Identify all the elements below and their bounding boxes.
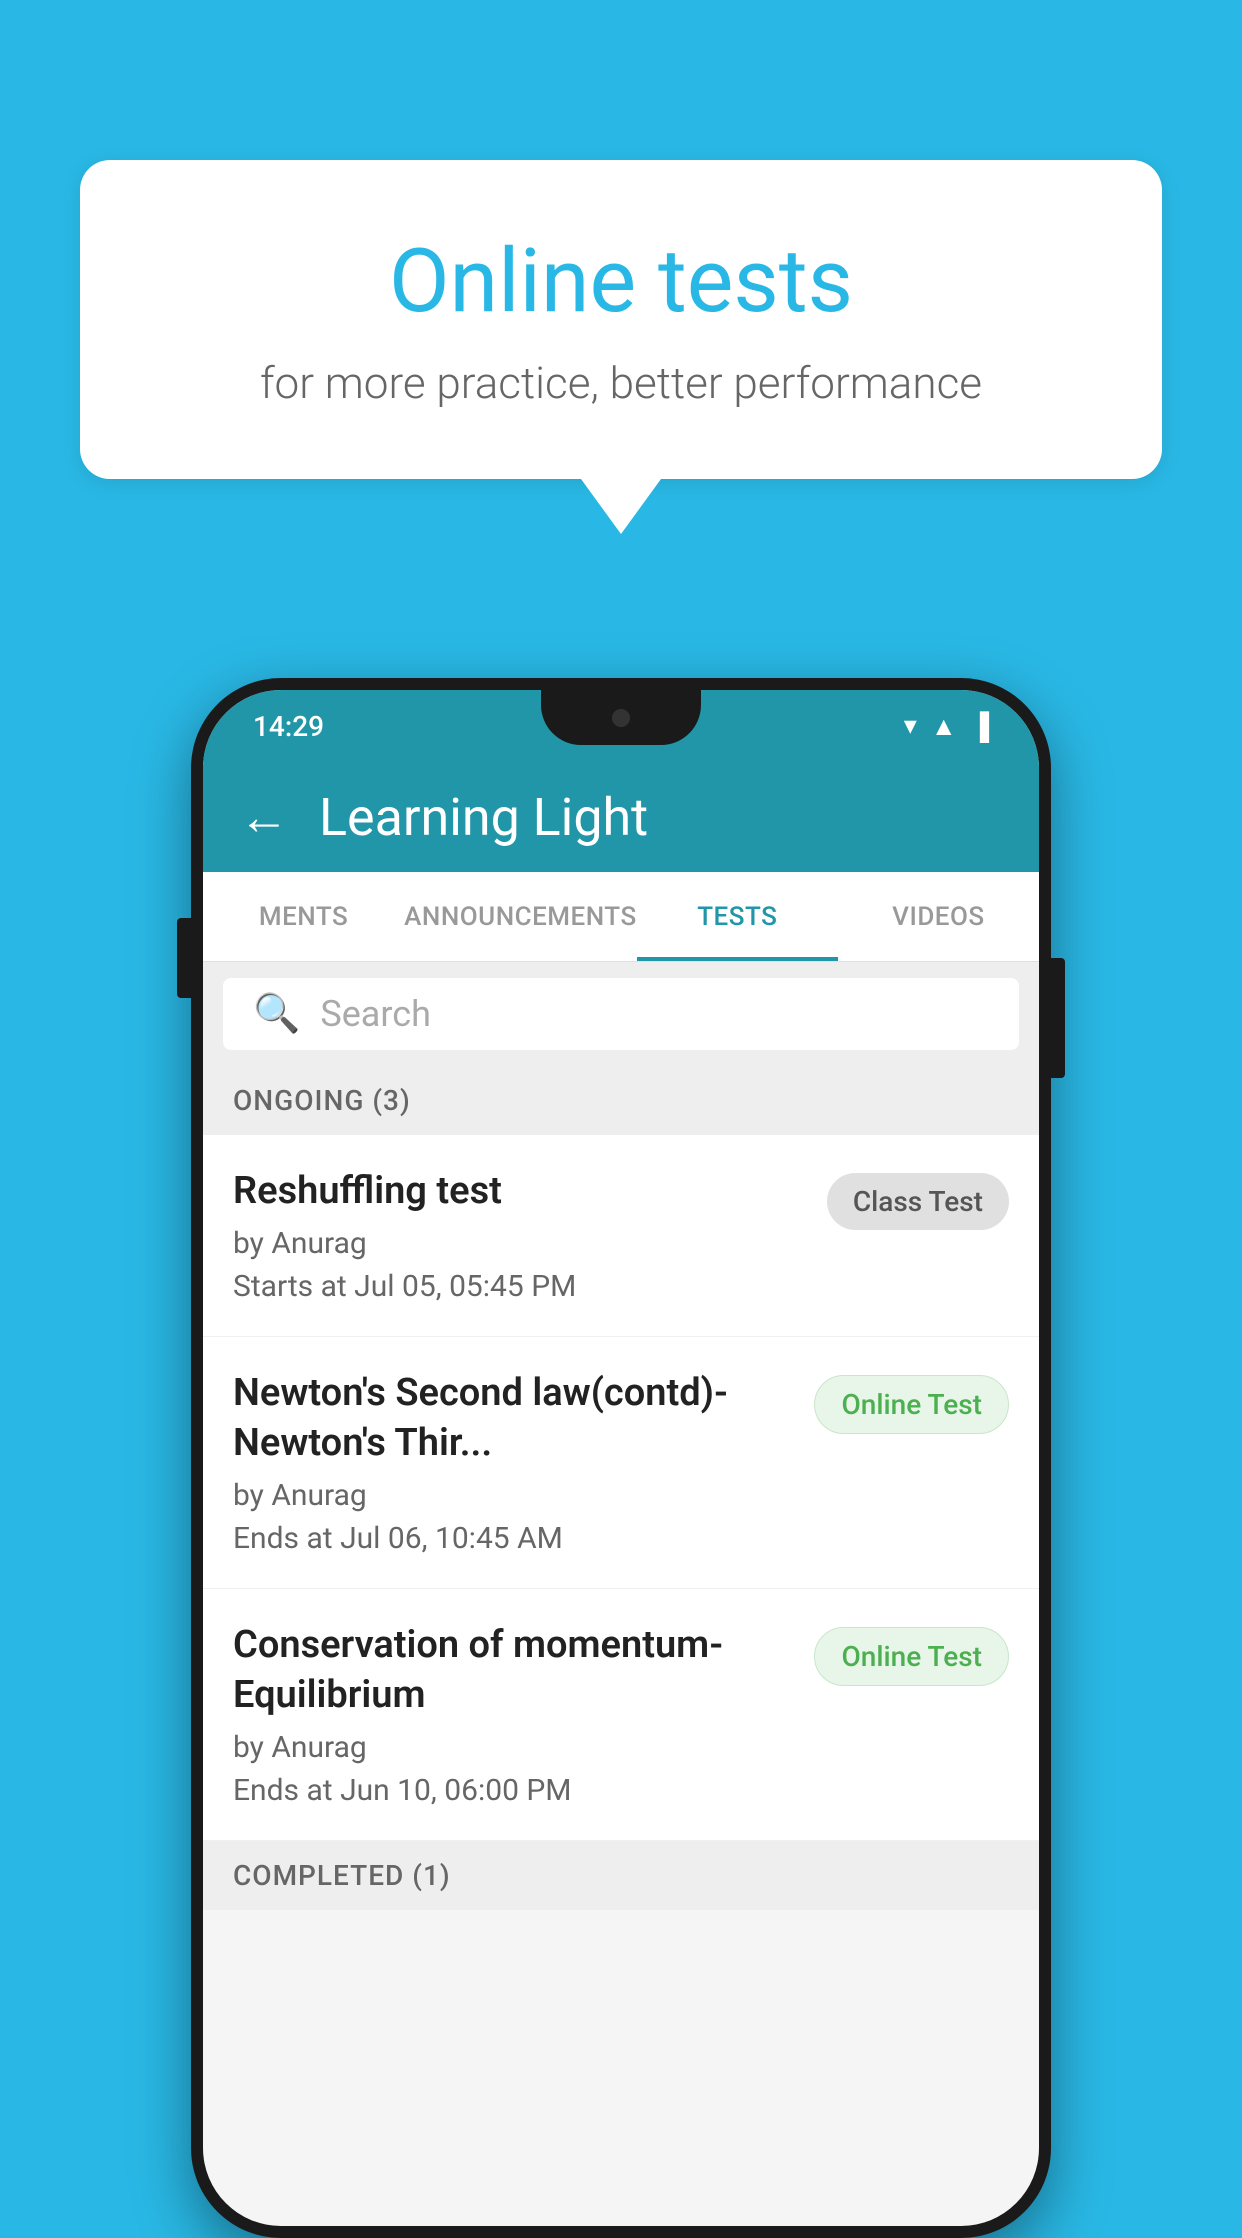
speech-bubble-subtitle: for more practice, better performance [160,357,1082,409]
app-bar-title: Learning Light [319,787,648,848]
test-info-1: Reshuffling test by Anurag Starts at Jul… [233,1167,807,1304]
ongoing-section-header: ONGOING (3) [203,1066,1039,1135]
test-item-2[interactable]: Newton's Second law(contd)-Newton's Thir… [203,1337,1039,1589]
test-list: Reshuffling test by Anurag Starts at Jul… [203,1135,1039,1841]
speech-bubble: Online tests for more practice, better p… [80,160,1162,479]
tab-bar: MENTS ANNOUNCEMENTS TESTS VIDEOS [203,872,1039,962]
test-time-2: Ends at Jul 06, 10:45 AM [233,1521,794,1556]
test-author-2: by Anurag [233,1478,794,1513]
test-badge-1: Class Test [827,1173,1009,1230]
speech-bubble-title: Online tests [160,230,1082,333]
tab-ments[interactable]: MENTS [203,872,404,961]
screen-content: MENTS ANNOUNCEMENTS TESTS VIDEOS 🔍 [203,872,1039,2226]
phone-notch [541,690,701,745]
test-info-3: Conservation of momentum-Equilibrium by … [233,1621,794,1808]
test-item-1[interactable]: Reshuffling test by Anurag Starts at Jul… [203,1135,1039,1337]
test-title-2: Newton's Second law(contd)-Newton's Thir… [233,1369,794,1468]
tab-tests[interactable]: TESTS [637,872,838,961]
test-author-3: by Anurag [233,1730,794,1765]
test-title-1: Reshuffling test [233,1167,807,1216]
battery-icon: ▐ [971,711,989,742]
test-badge-3: Online Test [814,1627,1009,1686]
test-badge-2: Online Test [814,1375,1009,1434]
phone-screen: 14:29 ▾ ▲ ▐ ← Learning Light MENTS [203,690,1039,2226]
search-bar-container: 🔍 Search [203,962,1039,1066]
app-bar: ← Learning Light [203,762,1039,872]
signal-icon: ▲ [931,711,957,742]
test-time-3: Ends at Jun 10, 06:00 PM [233,1773,794,1808]
search-icon: 🔍 [253,992,300,1036]
tab-videos[interactable]: VIDEOS [838,872,1039,961]
wifi-icon: ▾ [904,711,917,741]
phone-frame: 14:29 ▾ ▲ ▐ ← Learning Light MENTS [191,678,1051,2238]
test-info-2: Newton's Second law(contd)-Newton's Thir… [233,1369,794,1556]
completed-section-header: COMPLETED (1) [203,1841,1039,1910]
back-button[interactable]: ← [239,788,289,847]
speech-bubble-arrow [581,479,661,534]
tab-announcements[interactable]: ANNOUNCEMENTS [404,872,637,961]
search-placeholder: Search [320,993,431,1035]
status-time: 14:29 [253,710,324,743]
test-time-1: Starts at Jul 05, 05:45 PM [233,1269,807,1304]
completed-label: COMPLETED (1) [233,1859,451,1892]
status-icons: ▾ ▲ ▐ [904,711,989,742]
speech-bubble-container: Online tests for more practice, better p… [80,160,1162,534]
search-bar[interactable]: 🔍 Search [223,978,1019,1050]
test-author-1: by Anurag [233,1226,807,1261]
camera-dot [612,709,630,727]
phone-container: 14:29 ▾ ▲ ▐ ← Learning Light MENTS [191,678,1051,2238]
ongoing-label: ONGOING (3) [233,1084,411,1117]
test-title-3: Conservation of momentum-Equilibrium [233,1621,794,1720]
test-item-3[interactable]: Conservation of momentum-Equilibrium by … [203,1589,1039,1841]
